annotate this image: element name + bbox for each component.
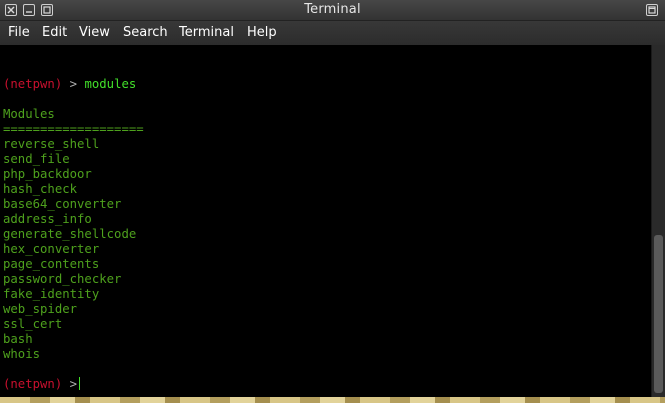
module-item: base64_converter: [3, 197, 122, 211]
window-title: Terminal: [304, 2, 361, 17]
menu-edit[interactable]: Edit: [42, 25, 67, 40]
vertical-scrollbar[interactable]: [651, 45, 665, 397]
prompt-symbol: >: [69, 77, 78, 91]
desktop-background: [0, 397, 665, 403]
module-item: php_backdoor: [3, 167, 92, 181]
module-item: web_spider: [3, 302, 78, 316]
module-item: ssl_cert: [3, 317, 63, 331]
module-item: whois: [3, 347, 41, 361]
menu-search[interactable]: Search: [123, 25, 168, 40]
module-item: address_info: [3, 212, 92, 226]
terminal-output[interactable]: (netpwn) > modules Modules =============…: [0, 45, 651, 397]
command-line: (netpwn) > modules: [3, 77, 136, 92]
restore-button[interactable]: [646, 4, 658, 16]
module-item: fake_identity: [3, 287, 100, 301]
module-item: bash: [3, 332, 33, 346]
module-item: page_contents: [3, 257, 100, 271]
prompt-symbol: >: [69, 377, 78, 391]
menu-terminal[interactable]: Terminal: [179, 25, 234, 40]
command-text: modules: [84, 77, 137, 91]
modules-separator: ===================: [3, 122, 144, 136]
restore-icon: [648, 6, 656, 14]
menu-view[interactable]: View: [79, 25, 110, 40]
title-bar[interactable]: Terminal: [0, 0, 665, 21]
terminal-window: Terminal File Edit View Search Terminal …: [0, 0, 665, 398]
prompt-user: (netpwn): [3, 377, 63, 391]
module-item: send_file: [3, 152, 70, 166]
module-item: hex_converter: [3, 242, 100, 256]
menu-bar: File Edit View Search Terminal Help: [0, 21, 665, 45]
input-line[interactable]: (netpwn) >: [3, 377, 81, 392]
menu-help[interactable]: Help: [247, 25, 277, 40]
modules-heading: Modules: [3, 107, 55, 121]
menu-file[interactable]: File: [8, 25, 30, 40]
module-item: generate_shellcode: [3, 227, 137, 241]
module-item: password_checker: [3, 272, 122, 286]
text-cursor: [79, 377, 81, 390]
scrollbar-thumb[interactable]: [654, 235, 663, 393]
module-item: hash_check: [3, 182, 78, 196]
prompt-user: (netpwn): [3, 77, 63, 91]
module-item: reverse_shell: [3, 137, 100, 151]
